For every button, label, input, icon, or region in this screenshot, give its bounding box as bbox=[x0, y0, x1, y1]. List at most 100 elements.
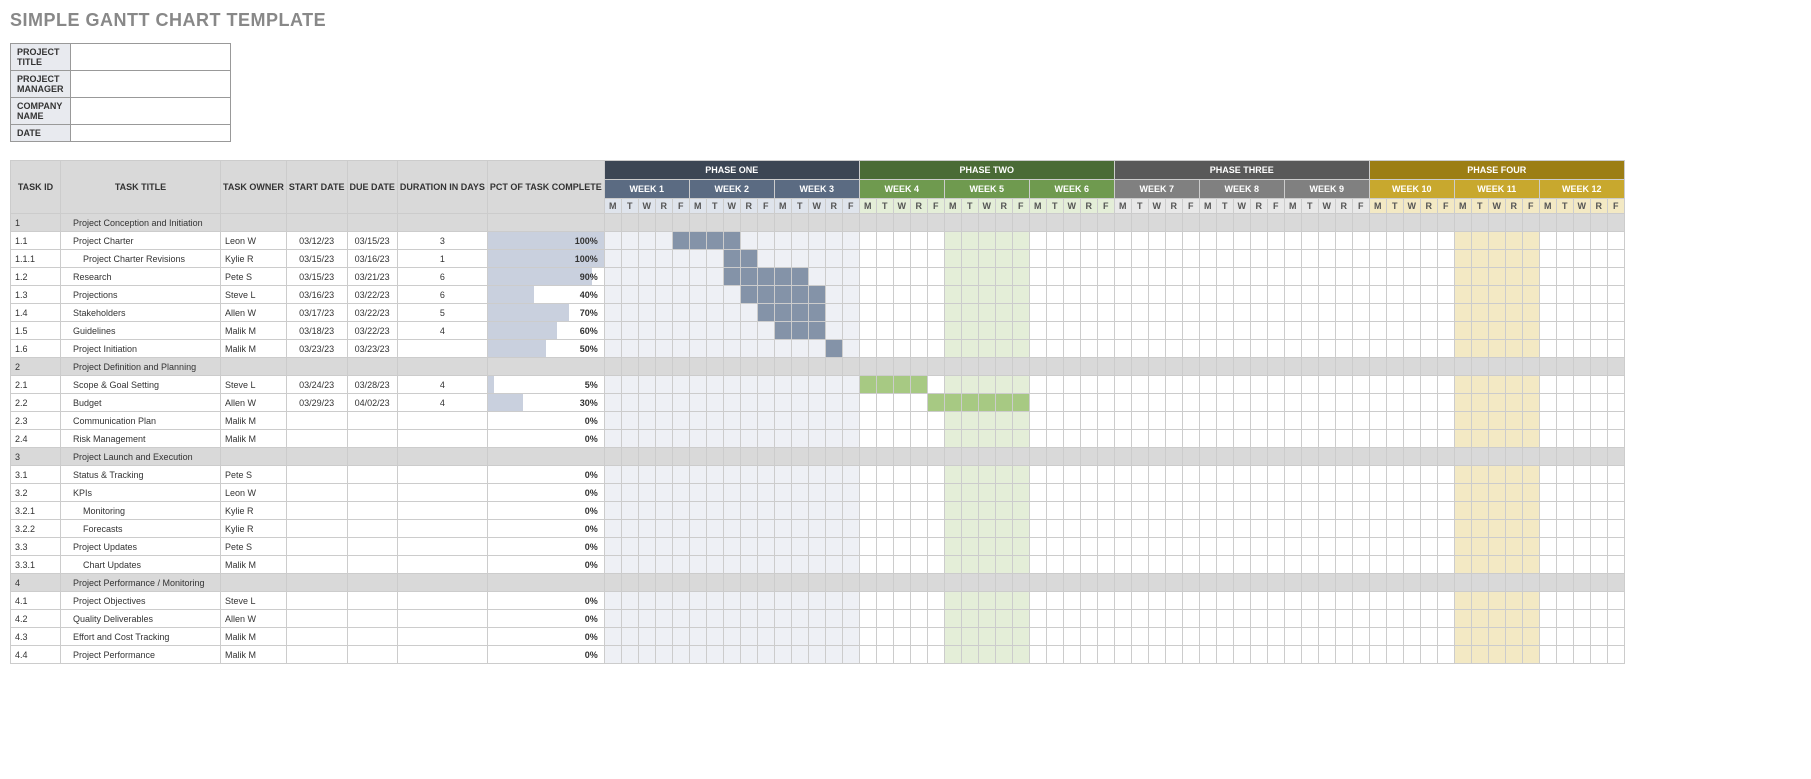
gantt-cell[interactable] bbox=[1590, 232, 1607, 250]
gantt-cell[interactable] bbox=[1233, 628, 1250, 646]
gantt-cell[interactable] bbox=[706, 304, 723, 322]
gantt-cell[interactable] bbox=[1505, 646, 1522, 664]
gantt-cell[interactable] bbox=[893, 232, 910, 250]
gantt-cell[interactable] bbox=[1607, 322, 1624, 340]
gantt-cell[interactable] bbox=[1556, 520, 1573, 538]
gantt-cell[interactable] bbox=[1352, 484, 1369, 502]
gantt-cell[interactable] bbox=[638, 520, 655, 538]
cell-duration[interactable] bbox=[397, 466, 487, 484]
gantt-cell[interactable] bbox=[1182, 628, 1199, 646]
gantt-cell[interactable] bbox=[978, 304, 995, 322]
gantt-cell[interactable] bbox=[1097, 484, 1114, 502]
gantt-cell[interactable] bbox=[706, 340, 723, 358]
cell-duration[interactable]: 4 bbox=[397, 394, 487, 412]
gantt-cell[interactable] bbox=[757, 592, 774, 610]
gantt-cell[interactable] bbox=[1573, 322, 1590, 340]
gantt-cell[interactable] bbox=[1386, 484, 1403, 502]
gantt-cell[interactable] bbox=[604, 502, 621, 520]
gantt-cell[interactable] bbox=[1199, 610, 1216, 628]
cell-task-title[interactable]: Forecasts bbox=[61, 520, 221, 538]
gantt-cell[interactable] bbox=[1250, 646, 1267, 664]
gantt-cell[interactable] bbox=[655, 502, 672, 520]
gantt-cell[interactable] bbox=[723, 610, 740, 628]
gantt-cell[interactable] bbox=[1386, 646, 1403, 664]
gantt-cell[interactable] bbox=[604, 412, 621, 430]
gantt-cell[interactable] bbox=[1590, 466, 1607, 484]
gantt-cell[interactable] bbox=[1454, 556, 1471, 574]
gantt-cell[interactable] bbox=[927, 502, 944, 520]
gantt-cell[interactable] bbox=[910, 232, 927, 250]
gantt-cell[interactable] bbox=[1369, 394, 1386, 412]
gantt-cell[interactable] bbox=[791, 520, 808, 538]
gantt-cell[interactable] bbox=[1369, 538, 1386, 556]
gantt-cell[interactable] bbox=[1233, 340, 1250, 358]
gantt-cell[interactable] bbox=[1097, 286, 1114, 304]
cell-pct[interactable]: 70% bbox=[487, 304, 604, 322]
gantt-cell[interactable] bbox=[706, 286, 723, 304]
cell-task-owner[interactable]: Kylie R bbox=[221, 520, 287, 538]
gantt-cell[interactable] bbox=[1097, 394, 1114, 412]
cell-due-date[interactable] bbox=[347, 538, 397, 556]
cell-pct[interactable]: 0% bbox=[487, 610, 604, 628]
gantt-cell[interactable] bbox=[842, 250, 859, 268]
gantt-cell[interactable] bbox=[1012, 430, 1029, 448]
gantt-cell[interactable] bbox=[1148, 340, 1165, 358]
gantt-cell[interactable] bbox=[1505, 502, 1522, 520]
gantt-cell[interactable] bbox=[1165, 376, 1182, 394]
cell-task-title[interactable]: Project Performance bbox=[61, 646, 221, 664]
gantt-cell[interactable] bbox=[1012, 628, 1029, 646]
gantt-cell[interactable] bbox=[1386, 466, 1403, 484]
gantt-cell[interactable] bbox=[1573, 556, 1590, 574]
gantt-cell[interactable] bbox=[1522, 646, 1539, 664]
gantt-cell[interactable] bbox=[1216, 520, 1233, 538]
gantt-cell[interactable] bbox=[1369, 376, 1386, 394]
gantt-cell[interactable] bbox=[1522, 394, 1539, 412]
gantt-cell[interactable] bbox=[1318, 484, 1335, 502]
gantt-cell[interactable] bbox=[740, 556, 757, 574]
gantt-cell[interactable] bbox=[621, 322, 638, 340]
gantt-cell[interactable] bbox=[1182, 322, 1199, 340]
cell-due-date[interactable] bbox=[347, 520, 397, 538]
gantt-cell[interactable] bbox=[1590, 340, 1607, 358]
gantt-cell[interactable] bbox=[1284, 592, 1301, 610]
gantt-cell[interactable] bbox=[1573, 520, 1590, 538]
gantt-cell[interactable] bbox=[808, 610, 825, 628]
gantt-cell[interactable] bbox=[1386, 304, 1403, 322]
gantt-cell[interactable] bbox=[842, 538, 859, 556]
gantt-cell[interactable] bbox=[1522, 286, 1539, 304]
gantt-cell[interactable] bbox=[1182, 538, 1199, 556]
gantt-cell[interactable] bbox=[1318, 466, 1335, 484]
cell-duration[interactable] bbox=[397, 628, 487, 646]
gantt-cell[interactable] bbox=[961, 304, 978, 322]
gantt-cell[interactable] bbox=[1471, 556, 1488, 574]
gantt-cell[interactable] bbox=[825, 610, 842, 628]
cell-pct[interactable]: 40% bbox=[487, 286, 604, 304]
gantt-cell[interactable] bbox=[1556, 340, 1573, 358]
gantt-cell[interactable] bbox=[1471, 484, 1488, 502]
gantt-cell[interactable] bbox=[1131, 502, 1148, 520]
gantt-cell[interactable] bbox=[1318, 430, 1335, 448]
gantt-cell[interactable] bbox=[1029, 538, 1046, 556]
gantt-cell[interactable] bbox=[1148, 520, 1165, 538]
gantt-cell[interactable] bbox=[927, 322, 944, 340]
gantt-cell[interactable] bbox=[1301, 376, 1318, 394]
gantt-cell[interactable] bbox=[1420, 520, 1437, 538]
gantt-cell[interactable] bbox=[1352, 340, 1369, 358]
cell-duration[interactable]: 4 bbox=[397, 322, 487, 340]
gantt-cell[interactable] bbox=[1403, 430, 1420, 448]
gantt-cell[interactable] bbox=[655, 304, 672, 322]
gantt-cell[interactable] bbox=[1029, 646, 1046, 664]
gantt-cell[interactable] bbox=[927, 430, 944, 448]
gantt-cell[interactable] bbox=[689, 538, 706, 556]
gantt-cell[interactable] bbox=[621, 250, 638, 268]
gantt-cell[interactable] bbox=[1165, 538, 1182, 556]
cell-pct[interactable]: 0% bbox=[487, 430, 604, 448]
gantt-cell[interactable] bbox=[1335, 304, 1352, 322]
gantt-cell[interactable] bbox=[978, 628, 995, 646]
gantt-cell[interactable] bbox=[1131, 394, 1148, 412]
gantt-cell[interactable] bbox=[1403, 268, 1420, 286]
gantt-cell[interactable] bbox=[1590, 628, 1607, 646]
gantt-cell[interactable] bbox=[1063, 394, 1080, 412]
gantt-cell[interactable] bbox=[1573, 592, 1590, 610]
gantt-cell[interactable] bbox=[876, 412, 893, 430]
